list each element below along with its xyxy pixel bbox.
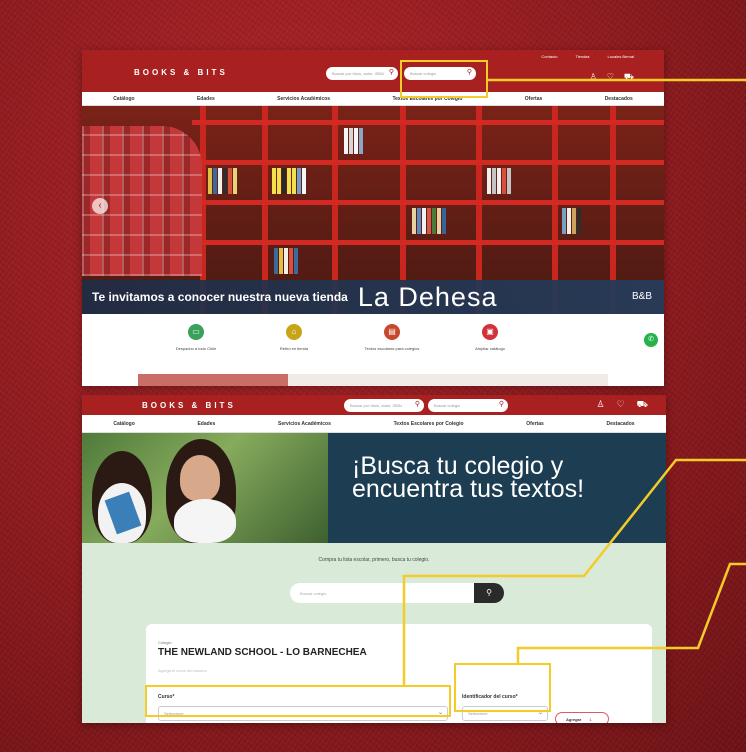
callout-lines: [402, 78, 746, 685]
